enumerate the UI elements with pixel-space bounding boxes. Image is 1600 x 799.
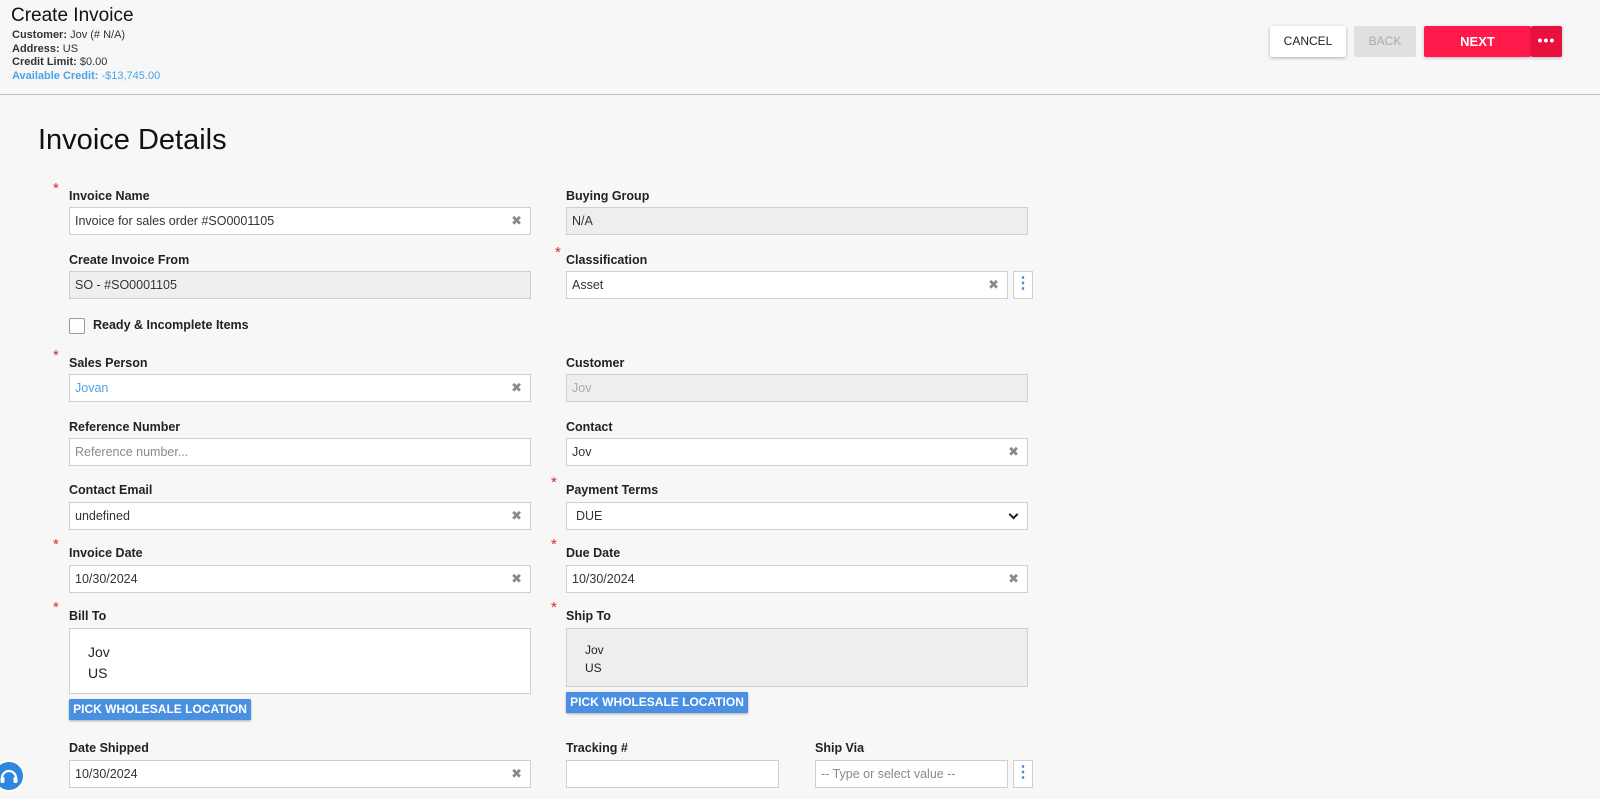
required-marker: * — [53, 536, 59, 553]
invoice-name-label: Invoice Name — [69, 189, 150, 203]
back-button[interactable]: BACK — [1354, 26, 1416, 57]
required-marker: * — [555, 244, 561, 261]
clear-icon[interactable]: ✖ — [1008, 439, 1019, 465]
due-date-input[interactable]: 10/30/2024 ✖ — [566, 565, 1028, 593]
tracking-input[interactable] — [566, 760, 779, 788]
required-marker: * — [551, 474, 557, 491]
due-date-value: 10/30/2024 — [572, 572, 635, 586]
date-shipped-value: 10/30/2024 — [75, 767, 138, 781]
contact-label: Contact — [566, 420, 613, 434]
classification-input[interactable]: Asset ✖ — [566, 271, 1008, 299]
date-shipped-input[interactable]: 10/30/2024 ✖ — [69, 760, 531, 788]
clear-icon[interactable]: ✖ — [511, 761, 522, 787]
classification-options-icon[interactable]: ⋮ — [1013, 271, 1033, 299]
clear-icon[interactable]: ✖ — [511, 503, 522, 529]
help-chat-icon[interactable] — [0, 760, 25, 792]
invoice-date-label: Invoice Date — [69, 546, 143, 560]
ready-items-label: Ready & Incomplete Items — [93, 318, 249, 332]
required-marker: * — [551, 599, 557, 616]
page-title: Invoice Details — [38, 124, 227, 156]
customer-label: Customer: — [12, 29, 68, 41]
contact-value: Jov — [572, 445, 592, 459]
bill-to-line1: Jov — [88, 644, 110, 660]
address-label: Address: — [12, 42, 60, 55]
classification-label: Classification — [566, 253, 648, 267]
credit-limit-value: $0.00 — [79, 56, 108, 68]
reference-number-placeholder: Reference number... — [75, 445, 189, 459]
reference-number-input[interactable]: Reference number... — [69, 438, 531, 466]
sales-person-input[interactable]: Jovan ✖ — [69, 374, 531, 402]
bill-to-address[interactable]: Jov US — [69, 628, 531, 694]
payment-terms-label: Payment Terms — [566, 483, 659, 497]
invoice-date-value: 10/30/2024 — [75, 572, 138, 586]
credit-limit-label: Credit Limit: — [12, 56, 77, 68]
invoice-date-input[interactable]: 10/30/2024 ✖ — [69, 565, 531, 593]
required-marker: * — [53, 599, 59, 616]
invoice-name-value: Invoice for sales order #SO0001105 — [75, 214, 275, 228]
contact-email-label: Contact Email — [69, 483, 153, 497]
customer-field-label: Customer — [566, 356, 625, 370]
ready-items-checkbox[interactable] — [69, 318, 85, 334]
chevron-down-icon — [1008, 509, 1019, 520]
ship-via-label: Ship Via — [815, 741, 865, 755]
ship-to-line2: US — [585, 661, 602, 675]
ship-via-placeholder: -- Type or select value -- — [821, 767, 956, 781]
payment-terms-select[interactable]: DUE — [566, 502, 1028, 530]
customer-field: Jov — [566, 374, 1028, 402]
buying-group-field: N/A — [566, 207, 1028, 235]
create-from-field: SO - #SO0001105 — [69, 271, 531, 299]
bill-to-label: Bill To — [69, 609, 107, 623]
bill-to-pick-location-button[interactable]: PICK WHOLESALE LOCATION — [69, 699, 251, 720]
create-from-value: SO - #SO0001105 — [75, 278, 177, 292]
clear-icon[interactable]: ✖ — [1008, 566, 1019, 592]
more-options-button[interactable]: ••• — [1531, 26, 1562, 57]
contact-email-value: undefined — [75, 509, 130, 523]
clear-icon[interactable]: ✖ — [988, 272, 999, 298]
customer-field-value: Jov — [572, 381, 592, 395]
clear-icon[interactable]: ✖ — [511, 208, 522, 234]
contact-email-input[interactable]: undefined ✖ — [69, 502, 531, 530]
header-title: Create Invoice — [11, 5, 134, 26]
required-marker: * — [551, 536, 557, 553]
available-credit-label: Available Credit: — [12, 69, 99, 82]
ship-to-address: Jov US — [566, 628, 1028, 687]
buying-group-value: N/A — [572, 214, 593, 228]
address-value: US — [62, 42, 79, 55]
invoice-name-input[interactable]: Invoice for sales order #SO0001105 ✖ — [69, 207, 531, 235]
ship-to-pick-location-button[interactable]: PICK WHOLESALE LOCATION — [566, 692, 748, 713]
date-shipped-label: Date Shipped — [69, 741, 149, 755]
payment-terms-value: DUE — [576, 509, 603, 523]
classification-value: Asset — [572, 278, 604, 292]
required-marker: * — [53, 180, 59, 197]
required-marker: * — [53, 347, 59, 364]
page-header: Create Invoice Customer: Jov (# N/A) Add… — [0, 0, 1600, 95]
ship-to-label: Ship To — [566, 609, 611, 623]
customer-summary: Customer: Jov (# N/A) Address: US Credit… — [12, 29, 160, 83]
tracking-label: Tracking # — [566, 741, 628, 755]
available-credit-value: -$13,745.00 — [101, 69, 161, 82]
contact-input[interactable]: Jov ✖ — [566, 438, 1028, 466]
ship-via-options-icon[interactable]: ⋮ — [1013, 760, 1033, 788]
sales-person-value: Jovan — [75, 381, 109, 395]
next-button[interactable]: NEXT — [1424, 26, 1531, 57]
ship-to-line1: Jov — [585, 643, 604, 657]
clear-icon[interactable]: ✖ — [511, 566, 522, 592]
due-date-label: Due Date — [566, 546, 621, 560]
ship-via-input[interactable]: -- Type or select value -- — [815, 760, 1008, 788]
bill-to-line2: US — [88, 665, 108, 681]
buying-group-label: Buying Group — [566, 189, 650, 203]
sales-person-label: Sales Person — [69, 356, 148, 370]
cancel-button[interactable]: CANCEL — [1270, 26, 1346, 57]
clear-icon[interactable]: ✖ — [511, 375, 522, 401]
reference-number-label: Reference Number — [69, 420, 181, 434]
create-from-label: Create Invoice From — [69, 253, 190, 267]
customer-value: Jov (# N/A) — [70, 29, 126, 41]
